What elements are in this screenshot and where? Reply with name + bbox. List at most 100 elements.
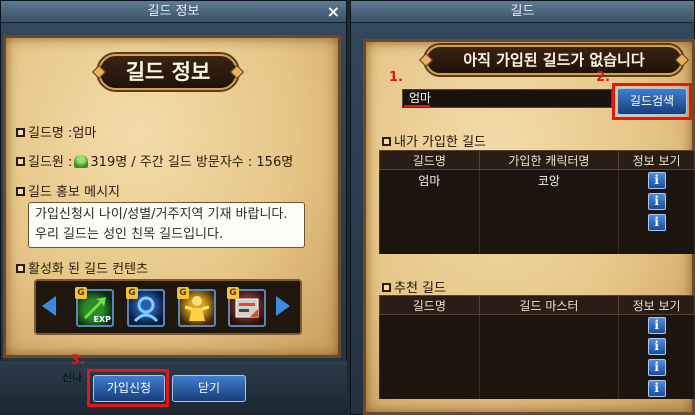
bullet-icon — [16, 264, 25, 273]
info-icon[interactable]: i — [647, 337, 666, 355]
recommended-heading: 추천 길드 — [394, 281, 446, 296]
annotation-box-join — [87, 369, 169, 407]
guild-info-heading: 길드 정보 — [125, 60, 211, 84]
info-cell: i — [618, 377, 695, 399]
recommended-heading-row: 추천 길드 — [382, 277, 446, 296]
info-icon[interactable]: i — [647, 358, 666, 376]
table-row: i — [379, 335, 695, 357]
content-heading: 활성화 된 길드 컨텐츠 — [28, 262, 149, 277]
guild-window-title: 길드 — [510, 4, 535, 19]
table-header-row: 길드명 길드 마스터 정보 보기 — [379, 295, 695, 315]
my-guild-table: 길드명 가입한 캐릭터명 정보 보기 엄마 코앙 i i i — [379, 150, 695, 254]
guild-window-titlebar: 길드 — [351, 1, 694, 23]
member-count-icon — [74, 155, 89, 168]
guild-info-titlebar: 길드 정보 × — [1, 1, 346, 23]
column-header: 길드명 — [379, 295, 480, 315]
annotation-underline — [404, 105, 430, 107]
arrow-right-icon[interactable] — [276, 296, 290, 316]
table-row — [379, 232, 695, 254]
table-header-row: 길드명 가입한 캐릭터명 정보 보기 — [379, 150, 695, 170]
empty-cell — [379, 190, 480, 212]
bullet-icon — [382, 137, 391, 146]
column-header: 정보 보기 — [618, 295, 695, 315]
info-icon[interactable]: i — [647, 379, 666, 397]
my-guild-heading: 내가 가입한 길드 — [394, 135, 486, 150]
arrow-left-icon[interactable] — [42, 296, 56, 316]
table-row[interactable]: 엄마 코앙 i — [379, 169, 695, 191]
guild-badge-icon: G — [126, 287, 138, 299]
empty-cell — [618, 232, 695, 254]
info-icon[interactable]: i — [647, 213, 666, 231]
guild-members-count: 319명 / 주간 길드 방문자수 : 156명 — [90, 155, 294, 170]
bullet-icon — [16, 157, 25, 166]
promo-message-line: 우리 길드는 성인 친목 길드입니다. — [35, 227, 224, 242]
column-header: 가입한 캐릭터명 — [478, 150, 620, 170]
guild-members-prefix: 길드원 : — [28, 155, 73, 170]
empty-cell — [379, 232, 480, 254]
info-cell: i — [618, 169, 695, 191]
empty-cell — [478, 377, 620, 399]
guild-name-text: 길드명 :엄마 — [28, 126, 97, 141]
exp-boost-icon[interactable]: G EXP — [75, 287, 114, 327]
empty-cell — [478, 211, 620, 233]
table-row: i — [379, 377, 695, 399]
info-icon[interactable]: i — [647, 192, 666, 210]
guild-name-row: 길드명 :엄마 — [16, 122, 96, 141]
column-header: 정보 보기 — [618, 150, 695, 170]
empty-cell — [379, 314, 480, 336]
guild-board-icon[interactable]: G — [227, 287, 266, 327]
guild-search-input[interactable]: 엄마 — [402, 89, 612, 108]
column-header: 길드 마스터 — [478, 295, 620, 315]
column-header: 길드명 — [379, 150, 480, 170]
table-row: i — [379, 314, 695, 336]
bullet-icon — [382, 283, 391, 292]
info-icon[interactable]: i — [647, 316, 666, 334]
table-row: i — [379, 211, 695, 233]
annotation-two: 2. — [596, 70, 610, 85]
empty-cell — [379, 211, 480, 233]
annotation-one: 1. — [389, 70, 403, 85]
golden-warrior-icon[interactable]: G — [177, 287, 216, 327]
guild-name-cell: 엄마 — [379, 169, 480, 191]
guild-members-row: 길드원 : 319명 / 주간 길드 방문자수 : 156명 — [16, 151, 293, 170]
table-row: i — [379, 356, 695, 378]
info-cell: i — [618, 314, 695, 336]
no-guild-heading: 아직 가입된 길드가 없습니다 — [463, 51, 645, 69]
info-cell: i — [618, 190, 695, 212]
recommended-guild-table: 길드명 길드 마스터 정보 보기 i i i i — [379, 295, 695, 399]
guild-info-heading-plate: 길드 정보 — [91, 54, 245, 90]
my-guild-heading-row: 내가 가입한 길드 — [382, 131, 486, 150]
info-cell: i — [618, 356, 695, 378]
guild-badge-icon: G — [75, 287, 87, 299]
info-cell: i — [618, 211, 695, 233]
guild-info-window-title: 길드 정보 — [147, 4, 200, 19]
info-cell: i — [618, 335, 695, 357]
empty-cell — [478, 190, 620, 212]
exp-label: EXP — [93, 315, 112, 324]
promo-message-line: 가입신청시 나이/성별/거주지역 기재 바랍니다. — [35, 207, 288, 222]
no-guild-heading-plate: 아직 가입된 길드가 없습니다 — [418, 45, 690, 75]
close-button[interactable]: 닫기 — [172, 375, 246, 402]
annotation-three: 3. — [71, 353, 85, 368]
table-row: i — [379, 190, 695, 212]
empty-cell — [379, 356, 480, 378]
empty-cell — [478, 314, 620, 336]
empty-cell — [379, 335, 480, 357]
empty-cell — [478, 232, 620, 254]
empty-cell — [379, 377, 480, 399]
guild-badge-icon: G — [227, 287, 239, 299]
promo-heading-row: 길드 홍보 메시지 — [16, 181, 120, 200]
guild-member-icon[interactable]: G — [126, 287, 165, 327]
promo-message-box: 가입신청시 나이/성별/거주지역 기재 바랍니다. 우리 길드는 성인 친목 길… — [28, 202, 305, 248]
annotation-box-search — [612, 83, 692, 120]
bullet-icon — [16, 187, 25, 196]
info-icon[interactable]: i — [647, 171, 666, 189]
character-name-cell: 코앙 — [478, 169, 620, 191]
promo-heading: 길드 홍보 메시지 — [28, 185, 120, 200]
close-icon[interactable]: × — [327, 1, 340, 23]
guild-badge-icon: G — [177, 287, 189, 299]
empty-cell — [478, 356, 620, 378]
empty-cell — [478, 335, 620, 357]
background-label: 신나 — [62, 371, 83, 384]
bullet-icon — [16, 128, 25, 137]
